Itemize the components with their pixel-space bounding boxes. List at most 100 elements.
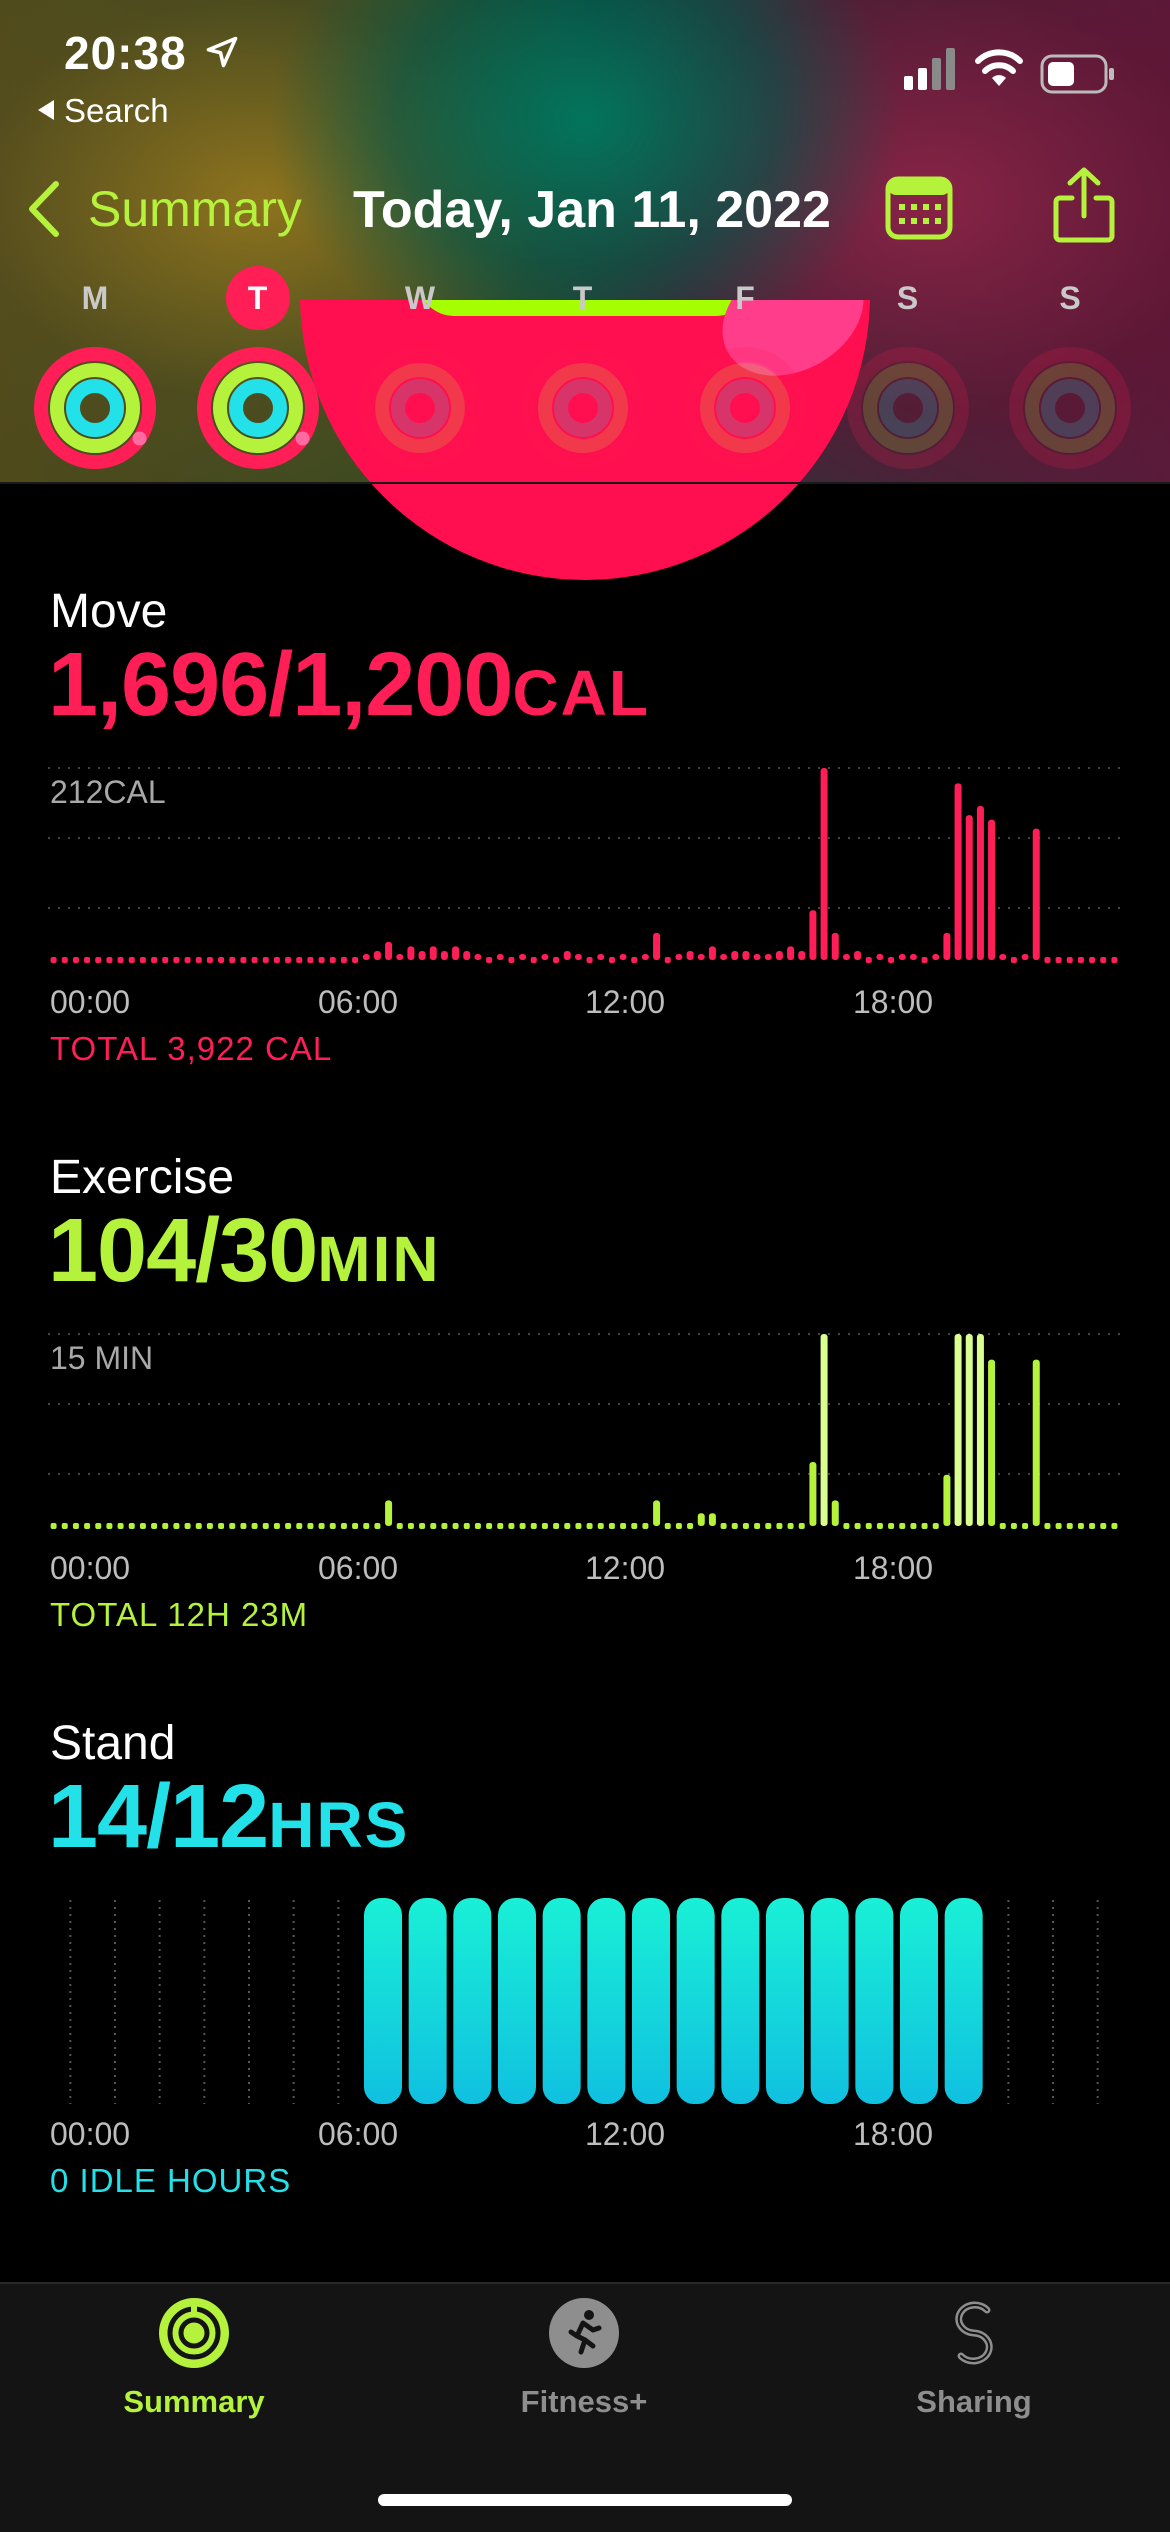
stand-hour-bar — [855, 1898, 894, 2104]
time-tick-label: 18:00 — [853, 1550, 934, 1586]
chart-baseline-dot — [184, 1523, 191, 1529]
chart-bar — [731, 950, 739, 960]
chart-baseline-dot — [575, 1523, 582, 1529]
weekday-label[interactable]: W — [360, 280, 480, 317]
stand-hour-bar — [721, 1898, 760, 2104]
time-tick-label: 00:00 — [50, 1550, 131, 1586]
ring-segment — [553, 379, 612, 437]
chart-baseline-dot — [541, 1523, 548, 1529]
chevron-left-icon[interactable] — [26, 180, 62, 238]
chart-bar — [373, 950, 381, 960]
weekday-letter: S — [1059, 280, 1081, 316]
back-to-app-link[interactable]: Search — [38, 92, 169, 130]
weekday-letter: T — [225, 266, 290, 330]
chart-baseline-dot — [206, 957, 213, 963]
calendar-icon[interactable] — [885, 174, 953, 240]
chart-baseline-dot — [564, 1523, 571, 1529]
weekday-label[interactable]: T — [523, 280, 643, 317]
chart-baseline-dot — [631, 1523, 638, 1529]
move-chart — [48, 767, 1120, 963]
chart-baseline-dot — [128, 1523, 135, 1529]
chart-baseline-dot — [474, 1523, 481, 1529]
day-activity-ring-icon[interactable] — [521, 346, 645, 470]
weekday-letter: S — [896, 280, 919, 316]
chart-baseline-dot — [865, 1523, 872, 1529]
chart-bar — [619, 954, 627, 960]
home-indicator — [378, 2494, 792, 2506]
day-activity-ring-icon[interactable] — [358, 346, 482, 470]
day-activity-ring-icon[interactable] — [683, 346, 807, 470]
chart-baseline-dot — [932, 1523, 939, 1529]
chart-baseline-dot — [731, 1523, 738, 1529]
chart-baseline-dot — [675, 1523, 682, 1529]
ring-segment — [66, 379, 124, 437]
move-title: Move — [50, 585, 168, 638]
chart-baseline-dot — [1077, 957, 1084, 963]
chart-baseline-dot — [374, 1523, 381, 1529]
day-activity-ring-icon[interactable] — [196, 346, 320, 470]
chart-bar — [396, 954, 404, 960]
back-app-label: Search — [64, 92, 169, 129]
exercise-value-unit: MIN — [317, 1223, 441, 1295]
tab-summary[interactable]: Summary — [44, 2296, 344, 2420]
chart-baseline-dot — [843, 1523, 850, 1529]
chart-baseline-dot — [530, 1523, 537, 1529]
day-activity-ring-icon[interactable] — [846, 346, 970, 470]
chart-baseline-dot — [519, 1523, 526, 1529]
chart-baseline-dot — [754, 1523, 761, 1529]
chart-bar — [708, 1513, 716, 1526]
chart-baseline-dot — [229, 1523, 236, 1529]
chart-baseline-dot — [61, 957, 68, 963]
chart-baseline-dot — [921, 1523, 928, 1529]
weekday-label[interactable]: M — [35, 280, 155, 317]
stand-hour-bar — [587, 1898, 626, 2104]
chart-bar — [385, 1500, 393, 1526]
tab-fitness-plus[interactable]: Fitness+ — [434, 2296, 734, 2420]
chart-bar — [675, 954, 683, 960]
weekday-label[interactable]: S — [848, 280, 968, 317]
chart-bar — [831, 932, 839, 960]
chart-bar — [697, 1513, 705, 1526]
weekday-letter: T — [572, 280, 593, 316]
chart-bar — [820, 768, 828, 960]
chart-bar — [943, 932, 951, 960]
chart-baseline-dot — [352, 1523, 359, 1529]
chart-bar — [407, 946, 415, 960]
stand-hour-bar — [810, 1898, 849, 2104]
chart-bar — [385, 941, 393, 960]
chart-baseline-dot — [530, 957, 537, 963]
chart-baseline-dot — [407, 1523, 414, 1529]
chart-baseline-dot — [430, 1523, 437, 1529]
back-to-summary-button[interactable]: Summary — [88, 180, 302, 238]
tab-sharing[interactable]: Sharing — [824, 2296, 1124, 2420]
chart-bar — [965, 1334, 973, 1526]
chart-baseline-dot — [620, 1523, 627, 1529]
header-divider — [0, 482, 1170, 484]
chart-baseline-dot — [329, 957, 336, 963]
chart-bar — [1032, 828, 1040, 960]
wifi-icon — [975, 49, 1023, 86]
ring-segment — [878, 379, 937, 437]
exercise-chart — [48, 1333, 1120, 1529]
weekday-letter: M — [81, 280, 109, 316]
exercise-total: TOTAL 12H 23M — [50, 1596, 309, 1633]
chart-baseline-dot — [307, 957, 314, 963]
chart-baseline-dot — [888, 957, 895, 963]
weekday-label[interactable]: T — [198, 266, 318, 330]
weekday-label[interactable]: S — [1010, 280, 1130, 317]
stand-hour-bar — [900, 1898, 938, 2104]
chart-baseline-dot — [1066, 957, 1073, 963]
day-activity-ring-icon[interactable] — [1008, 346, 1132, 470]
time-tick-label: 00:00 — [50, 2116, 131, 2152]
chart-baseline-dot — [307, 1523, 314, 1529]
chart-bar — [708, 946, 716, 960]
day-activity-ring-icon[interactable] — [33, 346, 157, 470]
chart-baseline-dot — [318, 957, 325, 963]
weekday-label[interactable]: F — [685, 280, 805, 317]
chart-baseline-dot — [664, 957, 671, 963]
share-icon[interactable] — [1052, 166, 1116, 244]
chart-bar — [932, 954, 940, 960]
chart-baseline-dot — [151, 957, 158, 963]
move-value-number: 1,696/1,200 — [48, 635, 513, 735]
chart-baseline-dot — [72, 957, 79, 963]
